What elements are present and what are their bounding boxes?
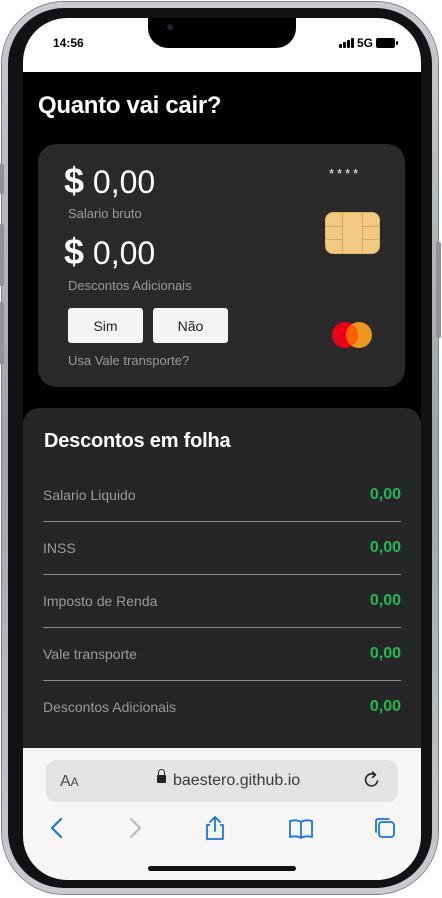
chip-icon (325, 212, 380, 254)
discounts-panel: Descontos em folha Salario Liquido 0,00 … (23, 408, 421, 768)
transport-voucher-value: 0,00 (369, 645, 401, 662)
text-size-button[interactable]: AA (60, 773, 79, 791)
power-button (436, 242, 441, 338)
list-item: Descontos Adicionais 0,00 (43, 680, 401, 733)
discounts-title: Descontos em folha (44, 430, 231, 452)
battery-icon (376, 38, 398, 48)
income-tax-value: 0,00 (369, 592, 401, 609)
salary-card: $ 0,00 Salario bruto $ 0,00 Descontos Ad… (38, 144, 405, 387)
home-indicator (148, 866, 296, 871)
tabs-icon[interactable] (371, 814, 399, 842)
yes-button[interactable]: Sim (68, 308, 143, 343)
currency-symbol: $ (64, 231, 85, 272)
signal-icon (339, 38, 355, 48)
extra-discounts-row-value: 0,00 (369, 698, 401, 715)
mastercard-logo-icon (332, 322, 372, 348)
gross-salary-value[interactable]: 0,00 (93, 164, 155, 200)
extra-discounts-value[interactable]: 0,00 (93, 235, 155, 271)
gross-salary-amount[interactable]: $ 0,00 (64, 160, 155, 202)
inss-label: INSS (43, 540, 76, 556)
status-bar: 14:56 5G (23, 18, 421, 72)
lock-icon (157, 769, 166, 783)
transport-voucher-label: Vale transporte (43, 646, 137, 662)
list-item: Salario Liquido 0,00 (43, 468, 401, 522)
extra-discounts-label: Descontos Adicionais (68, 278, 192, 293)
address-bar[interactable]: AA baestero.github.io (46, 760, 398, 802)
browser-toolbar: AA baestero.github.io (23, 748, 421, 880)
income-tax-label: Imposto de Renda (43, 593, 158, 609)
notch (148, 18, 296, 48)
network-type: 5G (357, 36, 374, 50)
volume-down-button (0, 302, 4, 364)
front-camera (167, 24, 173, 30)
bookmarks-icon[interactable] (287, 814, 315, 842)
list-item: Vale transporte 0,00 (43, 627, 401, 681)
transport-question: Usa Vale transporte? (68, 353, 190, 368)
forward-icon[interactable] (121, 814, 149, 842)
extra-discounts-row-label: Descontos Adicionais (43, 699, 177, 715)
gross-salary-label: Salario bruto (68, 206, 142, 221)
page-title: Quanto vai cair? (38, 92, 222, 119)
currency-symbol: $ (64, 160, 85, 201)
volume-up-button (0, 224, 4, 286)
list-item: Imposto de Renda 0,00 (43, 574, 401, 628)
list-item: INSS 0,00 (43, 521, 401, 575)
net-salary-label: Salario Liquido (43, 487, 136, 503)
screen: 14:56 5G Quanto vai cair? $ 0,00 Salario… (23, 18, 421, 880)
mute-switch (0, 164, 4, 194)
inss-value: 0,00 (369, 539, 401, 556)
card-number-mask: **** (329, 166, 362, 181)
app-content: Quanto vai cair? $ 0,00 Salario bruto $ … (23, 72, 421, 802)
no-button[interactable]: Não (153, 308, 228, 343)
reload-icon[interactable] (362, 770, 382, 790)
back-icon[interactable] (43, 814, 71, 842)
extra-discounts-amount[interactable]: $ 0,00 (64, 231, 155, 273)
url-text[interactable]: baestero.github.io (173, 772, 300, 790)
net-salary-value: 0,00 (369, 486, 401, 503)
status-time: 14:56 (53, 36, 84, 50)
share-icon[interactable] (201, 814, 229, 842)
